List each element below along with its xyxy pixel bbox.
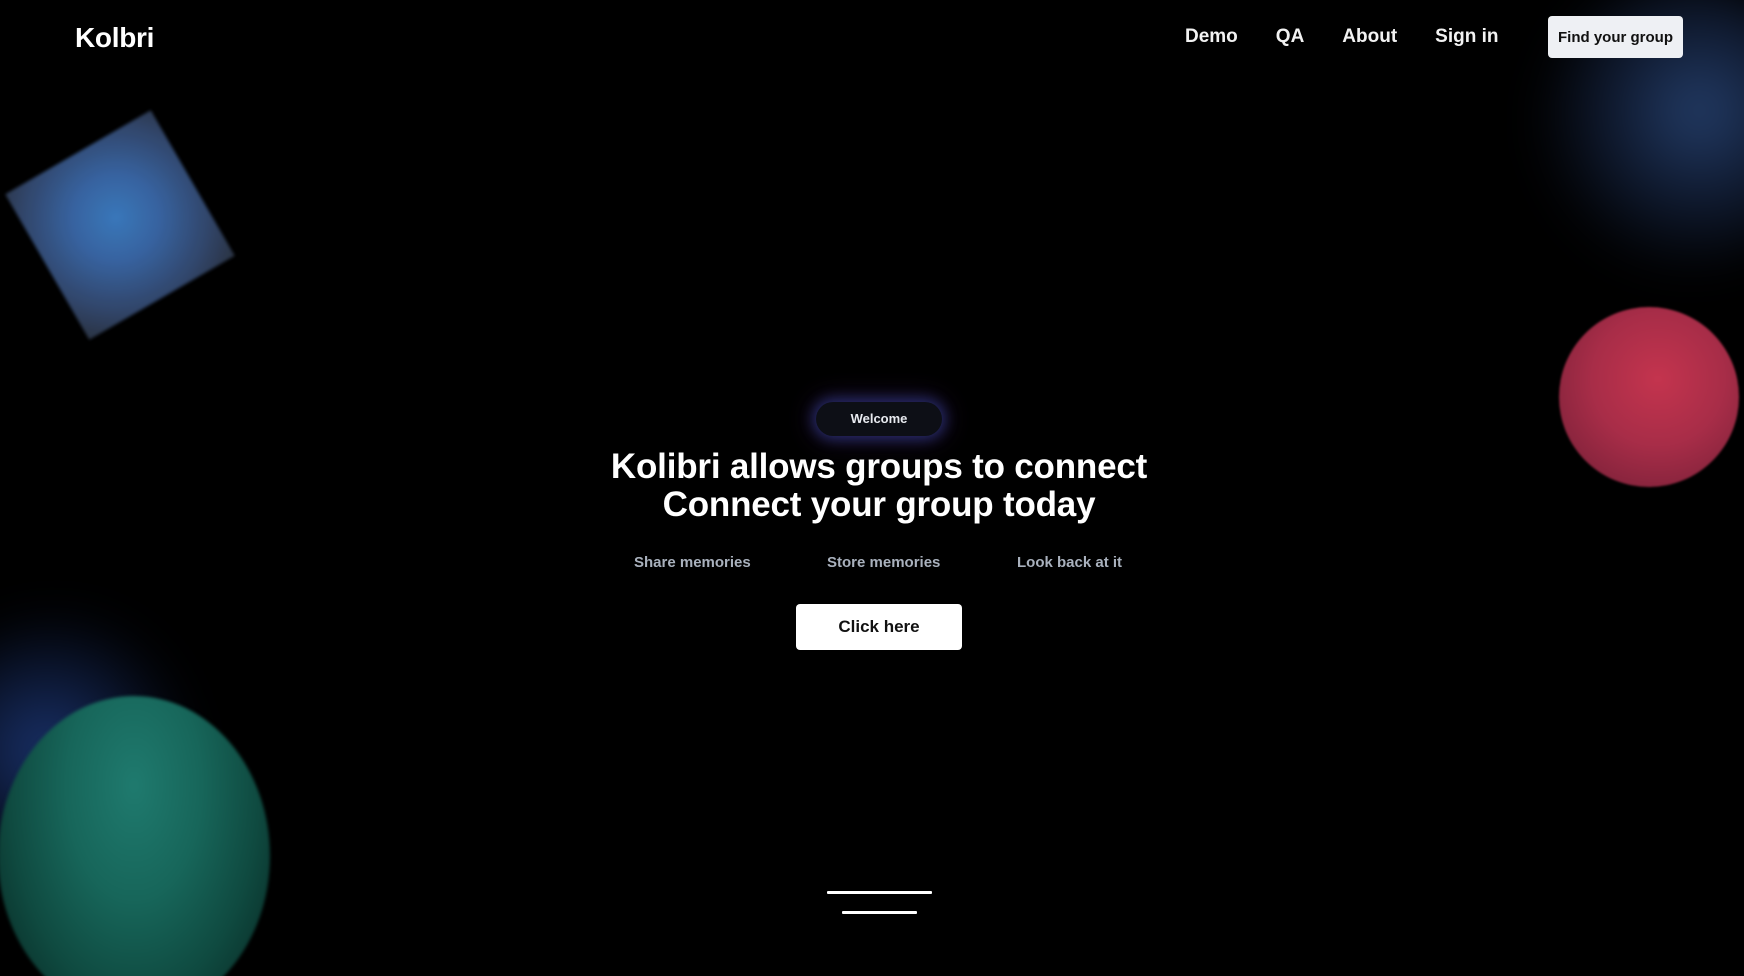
hero-headline: Kolibri allows groups to connect Connect… (472, 448, 1286, 524)
feature-store-memories: Store memories (827, 554, 941, 571)
headline-line-1: Kolibri allows groups to connect (610, 447, 1148, 486)
click-here-button[interactable]: Click here (796, 604, 962, 650)
menu-line-top (827, 891, 932, 894)
feature-list: Share memories Store memories Look back … (0, 552, 1744, 576)
menu-toggle-icon[interactable] (824, 888, 934, 918)
feature-look-back: Look back at it (1017, 554, 1123, 571)
landing-page: Kolbri Demo QA About Sign in Find your g… (0, 0, 1744, 976)
feature-share-memories: Share memories (634, 554, 751, 571)
menu-line-bottom (842, 911, 917, 914)
hero-section: Welcome Kolibri allows groups to connect… (0, 0, 1744, 976)
headline-line-2: Connect your group today (662, 485, 1096, 524)
welcome-badge: Welcome (816, 402, 942, 436)
